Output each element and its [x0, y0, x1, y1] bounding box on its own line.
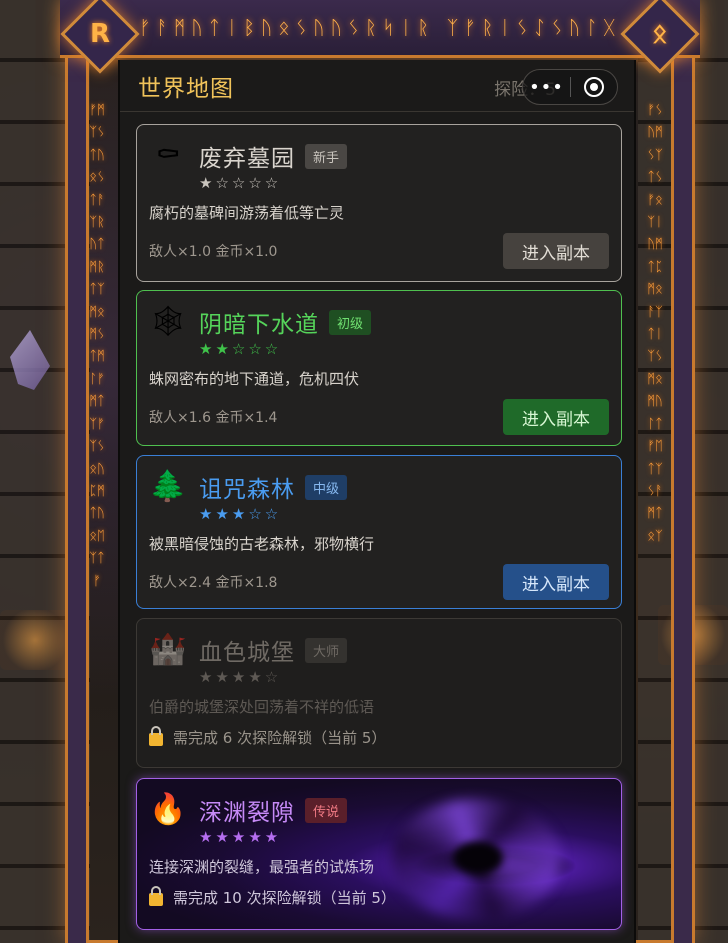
- torch-glow-left: [0, 610, 70, 670]
- difficulty-badge: 初级: [329, 309, 372, 335]
- star-rating: ★★★★☆: [199, 668, 282, 686]
- unlock-text: 需完成 6 次探险解锁（当前 5）: [173, 729, 387, 747]
- dungeon-description: 腐朽的墓碑间游荡着低等亡灵: [149, 204, 345, 222]
- dungeon-name: 深渊裂隙: [199, 800, 295, 826]
- right-rune-column: ᚠᛊᚢᛗᛊᛉᛏᛊᚠᛟᛉᛁᚢᛗᛏᛈᛗᛟᚨᛉᛏᛁᛉᛊᛗᛟᛗᚢᛚᛏᚠᛖᛏᛉᛊᚨᛗᛏᛟᛉ: [647, 103, 663, 544]
- world-map-panel: 世界地图 探险：5 ••• ⚰ 废弃墓园 新手 ★☆☆☆☆ 腐朽的墓碑间游荡着低…: [118, 60, 636, 943]
- lock-icon: [149, 886, 163, 906]
- panel-header: 世界地图 探险：5 •••: [120, 60, 634, 112]
- unlock-requirement: 需完成 6 次探险解锁（当前 5）: [149, 726, 609, 748]
- dungeon-card-castle: 🏰 血色城堡 大师 ★★★★☆ 伯爵的城堡深处回荡着不祥的低语 需完成 6 次探…: [136, 618, 622, 768]
- target-icon: [583, 77, 604, 97]
- more-menu-button[interactable]: •••: [523, 77, 570, 98]
- star-rating: ★☆☆☆☆: [199, 174, 282, 192]
- dungeon-card-abyss: 🔥 深渊裂隙 传说 ★★★★★ 连接深渊的裂缝，最强者的试炼场 需完成 10 次…: [136, 778, 622, 930]
- star-rating: ★★★☆☆: [199, 505, 282, 523]
- difficulty-badge: 传说: [305, 797, 348, 823]
- dungeon-description: 伯爵的城堡深处回荡着不祥的低语: [149, 698, 375, 716]
- enter-dungeon-button[interactable]: 进入副本: [503, 233, 609, 269]
- enter-dungeon-button[interactable]: 进入副本: [503, 564, 609, 600]
- tree-icon: 🌲: [149, 469, 187, 504]
- top-rune-row: ᚠᚨᛗᚢᛏᛁᛒᚢᛟᛊᚢᚢᛊᚱᛋᛁᚱ ᛉᚠᚱᛁᛊᛇᛊᚢᛚᚷ: [139, 16, 621, 39]
- page-title: 世界地图: [138, 75, 234, 102]
- corner-rune-left: R: [89, 19, 111, 49]
- star-rating: ★★☆☆☆: [199, 340, 282, 358]
- reward-multipliers: 敌人×2.4 金币×1.8: [149, 575, 278, 591]
- corner-rune-right: ᛟ: [652, 18, 668, 49]
- coffin-icon: ⚰: [155, 138, 181, 173]
- unlock-text: 需完成 10 次探险解锁（当前 5）: [173, 889, 396, 907]
- dungeon-description: 连接深渊的裂缝，最强者的试炼场: [149, 858, 375, 876]
- enter-dungeon-button[interactable]: 进入副本: [503, 399, 609, 435]
- left-rune-column: ᚠᛗᛉᛊᛏᚢᛟᛊᛏᚨᛉᚱᚢᛏᛗᚱᛏᛉᛗᛟᛗᛊᛏᛗᛚᚠᛗᛏᛉᚠᛉᛊᛟᚢᛈᛗᛏᚢᛟᛖ…: [89, 103, 105, 589]
- star-rating: ★★★★★: [199, 828, 282, 846]
- dungeon-card-forest: 🌲 诅咒森林 中级 ★★★☆☆ 被黑暗侵蚀的古老森林，邪物横行 敌人×2.4 金…: [136, 455, 622, 609]
- difficulty-badge: 中级: [305, 474, 348, 500]
- miniprogram-capsule: •••: [522, 69, 618, 105]
- dungeon-description: 蛛网密布的地下通道，危机四伏: [149, 370, 360, 388]
- castle-icon: 🏰: [149, 632, 187, 667]
- fire-icon: 🔥: [149, 792, 187, 827]
- difficulty-badge: 新手: [305, 143, 348, 169]
- dungeon-description: 被黑暗侵蚀的古老森林，邪物横行: [149, 535, 375, 553]
- dungeon-card-graveyard: ⚰ 废弃墓园 新手 ★☆☆☆☆ 腐朽的墓碑间游荡着低等亡灵 敌人×1.0 金币×…: [136, 124, 622, 282]
- spiderweb-icon: 🕸: [148, 304, 188, 339]
- difficulty-badge: 大师: [305, 637, 348, 663]
- unlock-requirement: 需完成 10 次探险解锁（当前 5）: [149, 886, 609, 908]
- dungeon-name: 血色城堡: [199, 640, 295, 666]
- reward-multipliers: 敌人×1.0 金币×1.0: [149, 244, 278, 260]
- reward-multipliers: 敌人×1.6 金币×1.4: [149, 410, 278, 426]
- dungeon-name: 阴暗下水道: [199, 312, 319, 338]
- lock-icon: [149, 726, 163, 746]
- close-button[interactable]: [571, 77, 617, 97]
- dungeon-name: 废弃墓园: [199, 146, 295, 172]
- dungeon-card-sewer: 🕸 阴暗下水道 初级 ★★☆☆☆ 蛛网密布的地下通道，危机四伏 敌人×1.6 金…: [136, 290, 622, 446]
- dungeon-name: 诅咒森林: [199, 477, 295, 503]
- frame-top-bar: ᚠᚨᛗᚢᛏᛁᛒᚢᛟᛊᚢᚢᛊᚱᛋᛁᚱ ᛉᚠᚱᛁᛊᛇᛊᚢᛚᚷ: [60, 0, 700, 58]
